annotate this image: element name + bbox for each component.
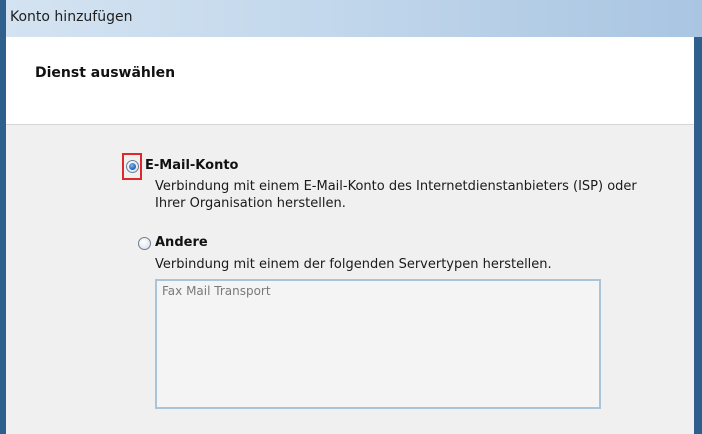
server-type-listbox[interactable]: Fax Mail Transport bbox=[155, 279, 601, 409]
email-account-label[interactable]: E-Mail-Konto bbox=[145, 158, 238, 173]
window-right-border bbox=[694, 37, 702, 434]
other-description: Verbindung mit einem der folgenden Serve… bbox=[155, 257, 552, 272]
title-bar[interactable]: Konto hinzufügen bbox=[6, 0, 702, 37]
email-account-description-line2: Ihrer Organisation herstellen. bbox=[155, 196, 346, 211]
email-account-description-line1: Verbindung mit einem E-Mail-Konto des In… bbox=[155, 179, 637, 194]
list-item[interactable]: Fax Mail Transport bbox=[162, 284, 271, 298]
other-radio[interactable] bbox=[138, 237, 151, 250]
email-account-radio[interactable] bbox=[126, 160, 139, 173]
page-title: Dienst auswählen bbox=[35, 65, 176, 81]
header-panel: Dienst auswählen bbox=[6, 37, 694, 125]
window-title: Konto hinzufügen bbox=[10, 9, 133, 25]
add-account-window: Konto hinzufügen Dienst auswählen E-Mail… bbox=[0, 0, 702, 434]
other-label[interactable]: Andere bbox=[155, 235, 208, 250]
